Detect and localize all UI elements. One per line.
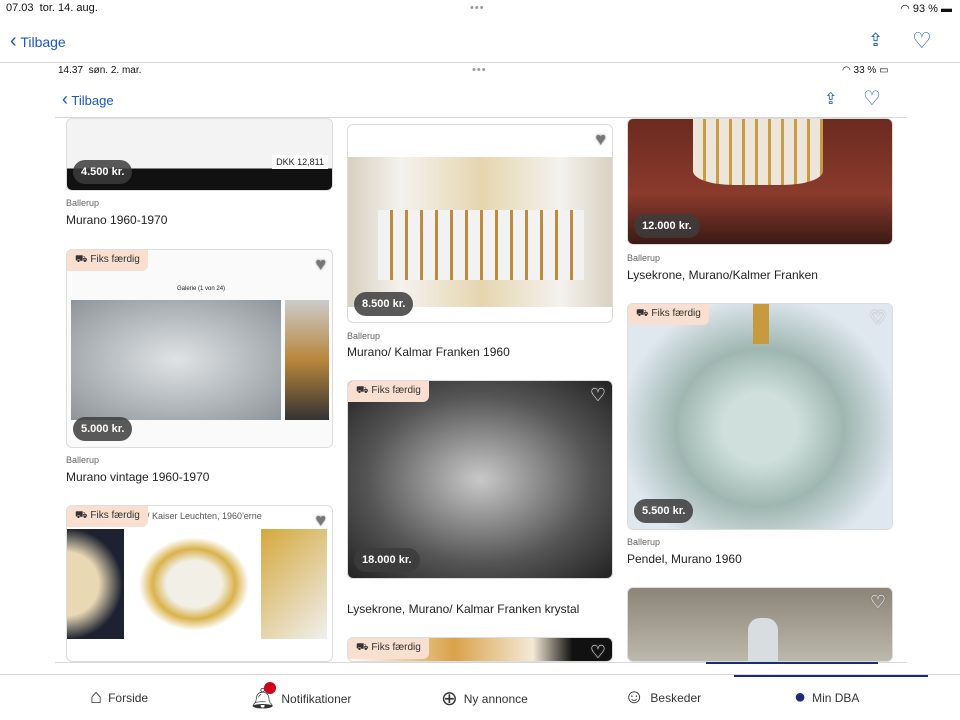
tab-beskeder[interactable]: ☺ Beskeder <box>624 686 701 709</box>
price-tag: 5.000 kr. <box>73 417 133 441</box>
message-icon: ☺ <box>624 686 645 708</box>
inner-status-time: 14.37 søn. 2. mar. <box>58 65 142 76</box>
favorite-heart-icon[interactable]: ♡ <box>590 385 606 406</box>
listing-image[interactable]: Galerie (1 von 24) ⛟ Fiks færdig ♥ 5.000… <box>66 249 333 448</box>
favorite-heart-icon[interactable]: ♡ <box>870 308 886 329</box>
listing-title[interactable]: Lysekrone, Murano/ Kalmar Franken krysta… <box>347 602 579 616</box>
listing-image[interactable]: DKK 12,811 4.500 kr. <box>66 118 333 191</box>
inner-heart-icon[interactable]: ♡ <box>863 86 881 111</box>
inner-gallery-text: Galerie (1 von 24) <box>177 286 226 292</box>
inner-price-text: DKK 12,811 <box>272 155 328 169</box>
listing-title[interactable]: Murano 1960-1970 <box>66 213 167 227</box>
fiks-faerdig-badge: ⛟ Fiks færdig <box>67 250 148 271</box>
listing-image[interactable]: ⛟ Fiks færdig ♡ 18.000 kr. <box>347 380 613 579</box>
chevron-left-icon: ‹ <box>10 30 17 52</box>
listing-title[interactable]: Lysekrone, Murano/Kalmer Franken <box>627 268 818 282</box>
price-tag: 8.500 kr. <box>354 292 414 316</box>
listing-image[interactable]: ♡ <box>627 587 893 662</box>
listing-location: Ballerup <box>66 198 100 208</box>
listing-location: Ballerup <box>66 455 100 465</box>
inner-title-text: / Kaiser Leuchten, 1960'erne <box>147 511 262 521</box>
favorite-heart-icon[interactable]: ♥ <box>315 510 326 531</box>
listing-image[interactable]: ⛟ Fiks færdig ♡ 5.500 kr. <box>627 303 893 530</box>
listing-location: Ballerup <box>627 253 661 263</box>
inner-back-button[interactable]: ‹ Tilbage <box>62 89 114 110</box>
bell-icon: 🔔︎ <box>250 682 276 711</box>
fiks-faerdig-badge: ⛟ Fiks færdig <box>348 381 429 402</box>
fiks-faerdig-badge: ⛟ Fiks færdig <box>348 638 429 659</box>
listing-location: Ballerup <box>347 331 381 341</box>
outer-back-button[interactable]: ‹ Tilbage <box>10 30 66 53</box>
outer-battery: ◠ 93 % ▬ <box>900 3 952 15</box>
tab-ny-annonce[interactable]: ⊕ Ny annonce <box>441 686 528 711</box>
favorite-heart-icon[interactable]: ♥ <box>315 254 326 275</box>
active-tab-indicator <box>734 675 928 677</box>
tab-min-dba[interactable]: ● Min DBA <box>794 686 859 709</box>
listing-title[interactable]: Murano vintage 1960-1970 <box>66 470 209 484</box>
price-tag: 5.500 kr. <box>634 499 694 523</box>
listing-image[interactable]: / Kaiser Leuchten, 1960'erne ⛟ Fiks færd… <box>66 505 333 662</box>
inner-share-icon[interactable]: ⇪ <box>824 89 837 109</box>
chevron-left-icon: ‹ <box>62 89 68 109</box>
listing-image[interactable]: ⛟ Fiks færdig ♡ <box>347 637 613 662</box>
tab-notifikationer[interactable]: 🔔︎ Notifikationer <box>250 682 351 711</box>
inner-active-tab-indicator <box>706 662 878 664</box>
price-tag: 18.000 kr. <box>354 548 420 572</box>
listing-title[interactable]: Murano/ Kalmar Franken 1960 <box>347 345 510 359</box>
inner-dots: ••• <box>472 64 487 76</box>
listing-location: Ballerup <box>627 537 661 547</box>
heart-icon[interactable]: ♡ <box>912 28 932 54</box>
favorite-heart-icon[interactable]: ♡ <box>870 592 886 613</box>
favorite-heart-icon[interactable]: ♡ <box>590 642 606 661</box>
multitask-dots[interactable]: ••• <box>470 2 485 14</box>
fiks-faerdig-badge: ⛟ Fiks færdig <box>628 304 709 325</box>
listing-title[interactable]: Pendel, Murano 1960 <box>627 552 742 566</box>
listing-image[interactable]: 12.000 kr. <box>627 118 893 245</box>
tab-forside[interactable]: ⌂ Forside <box>90 686 148 709</box>
home-icon: ⌂ <box>90 686 103 708</box>
outer-status-time: 07.03 tor. 14. aug. <box>6 2 98 14</box>
price-tag: 12.000 kr. <box>634 214 700 238</box>
price-tag: 4.500 kr. <box>73 160 133 184</box>
listing-image[interactable]: ♥ 8.500 kr. <box>347 124 613 323</box>
inner-battery: ◠ 33 % ▭ <box>842 65 889 76</box>
fiks-faerdig-badge: ⛟ Fiks færdig <box>67 506 148 527</box>
share-icon[interactable]: ⇪ <box>868 30 883 51</box>
plus-circle-icon: ⊕ <box>441 688 458 710</box>
notification-dot <box>264 682 276 694</box>
favorite-heart-icon[interactable]: ♥ <box>595 129 606 150</box>
profile-icon: ● <box>794 686 807 708</box>
